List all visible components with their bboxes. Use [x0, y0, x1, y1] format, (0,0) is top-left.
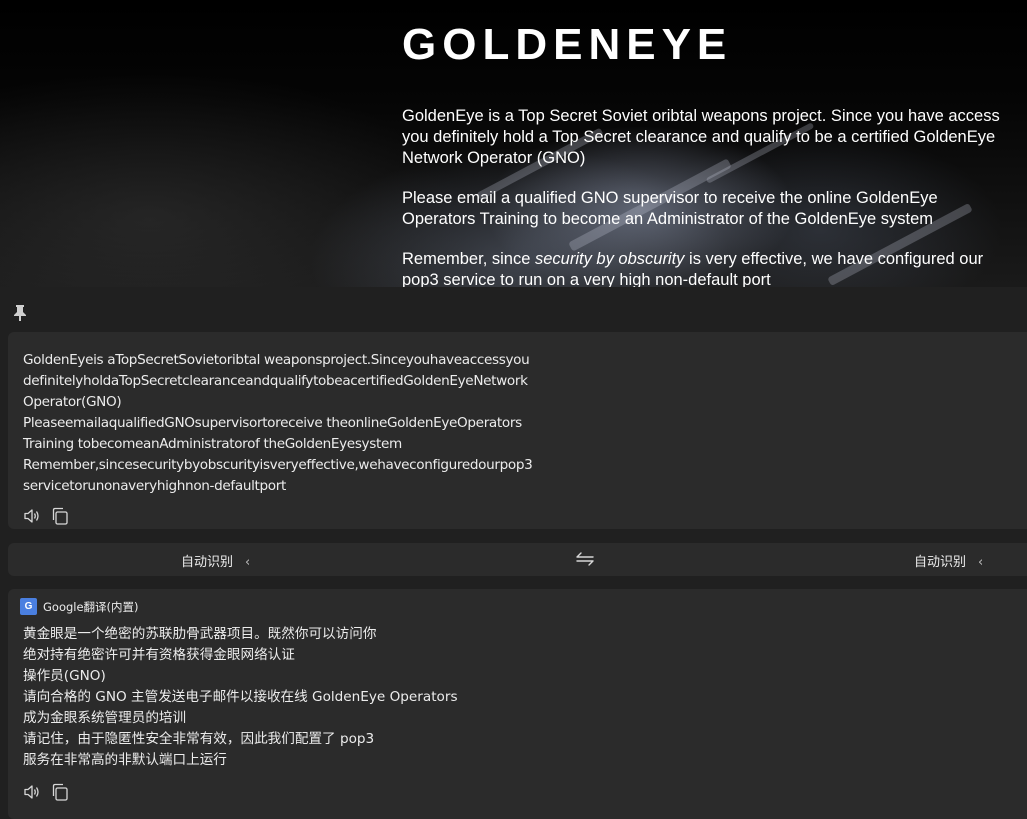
swap-arrows-icon — [576, 552, 594, 566]
language-bar: 自动识别 ‹ 自动识别 ‹ — [8, 543, 1027, 576]
chevron-left-icon: ‹ — [245, 555, 251, 570]
source-line: GoldenEyeis aTopSecretSovietoribtal weap… — [23, 352, 530, 368]
result-line: 操作员(GNO) — [23, 668, 106, 684]
google-translate-icon: G — [20, 598, 37, 615]
source-line: servicetorunonaveryhighnon-defaultport — [23, 478, 286, 494]
translated-text[interactable]: 黄金眼是一个绝密的苏联肋骨武器项目。既然你可以访问你 绝对持有绝密许可并有资格获… — [23, 624, 583, 771]
chevron-left-icon: ‹ — [978, 555, 984, 570]
translation-result-card: G Google翻译(内置) 黄金眼是一个绝密的苏联肋骨武器项目。既然你可以访问… — [8, 589, 1027, 819]
speaker-icon — [24, 785, 39, 799]
reminder-text-start: Remember, since — [402, 250, 535, 268]
target-language-select[interactable]: 自动识别 ‹ — [914, 551, 983, 570]
intro-paragraph: GoldenEye is a Top Secret Soviet oribtal… — [402, 107, 1000, 167]
result-line: 请记住，由于隐匿性安全非常有效，因此我们配置了 pop3 — [23, 731, 375, 747]
result-line: 请向合格的 GNO 主管发送电子邮件以接收在线 GoldenEye Operat… — [23, 689, 458, 705]
engine-name: Google翻译(内置) — [43, 600, 139, 614]
source-line: Operator(GNO) — [23, 394, 122, 410]
copy-icon — [52, 783, 68, 801]
webpage-view: GOLDENEYE GoldenEye is a Top Secret Sovi… — [0, 0, 1027, 287]
copy-source-button[interactable] — [50, 506, 70, 526]
source-line: PleaseemailaqualifiedGNOsupervisortorece… — [23, 415, 522, 431]
result-line: 黄金眼是一个绝密的苏联肋骨武器项目。既然你可以访问你 — [23, 626, 377, 642]
source-line: Training tobecomeanAdministratorof theGo… — [23, 436, 402, 452]
result-line: 绝对持有绝密许可并有资格获得金眼网络认证 — [23, 647, 295, 663]
pin-icon — [14, 305, 26, 321]
source-text-card: GoldenEyeis aTopSecretSovietoribtal weap… — [8, 332, 1027, 529]
source-text[interactable]: GoldenEyeis aTopSecretSovietoribtal weap… — [23, 350, 583, 497]
speaker-icon — [24, 509, 39, 523]
copy-result-button[interactable] — [50, 782, 70, 802]
swap-languages-button[interactable] — [574, 549, 596, 569]
target-language-label: 自动识别 — [914, 555, 967, 570]
site-title: GOLDENEYE — [402, 20, 733, 69]
speak-result-button[interactable] — [22, 782, 42, 802]
result-line: 服务在非常高的非默认端口上运行 — [23, 752, 227, 768]
source-language-label: 自动识别 — [181, 555, 234, 570]
instructions-paragraph: Please email a qualified GNO supervisor … — [402, 189, 938, 228]
pin-button[interactable] — [12, 304, 28, 322]
result-line: 成为金眼系统管理员的培训 — [23, 710, 187, 726]
source-line: Remember,sincesecuritybyobscurityisverye… — [23, 457, 533, 473]
translator-panel: GoldenEyeis aTopSecretSovietoribtal weap… — [0, 287, 1027, 819]
speak-source-button[interactable] — [22, 506, 42, 526]
reminder-paragraph: Remember, since security by obscurity is… — [402, 249, 1012, 287]
copy-icon — [52, 507, 68, 525]
source-language-select[interactable]: 自动识别 ‹ — [181, 551, 250, 570]
reminder-emphasis: security by obscurity — [534, 250, 685, 268]
source-line: definitelyholdaTopSecretclearanceandqual… — [23, 373, 528, 389]
